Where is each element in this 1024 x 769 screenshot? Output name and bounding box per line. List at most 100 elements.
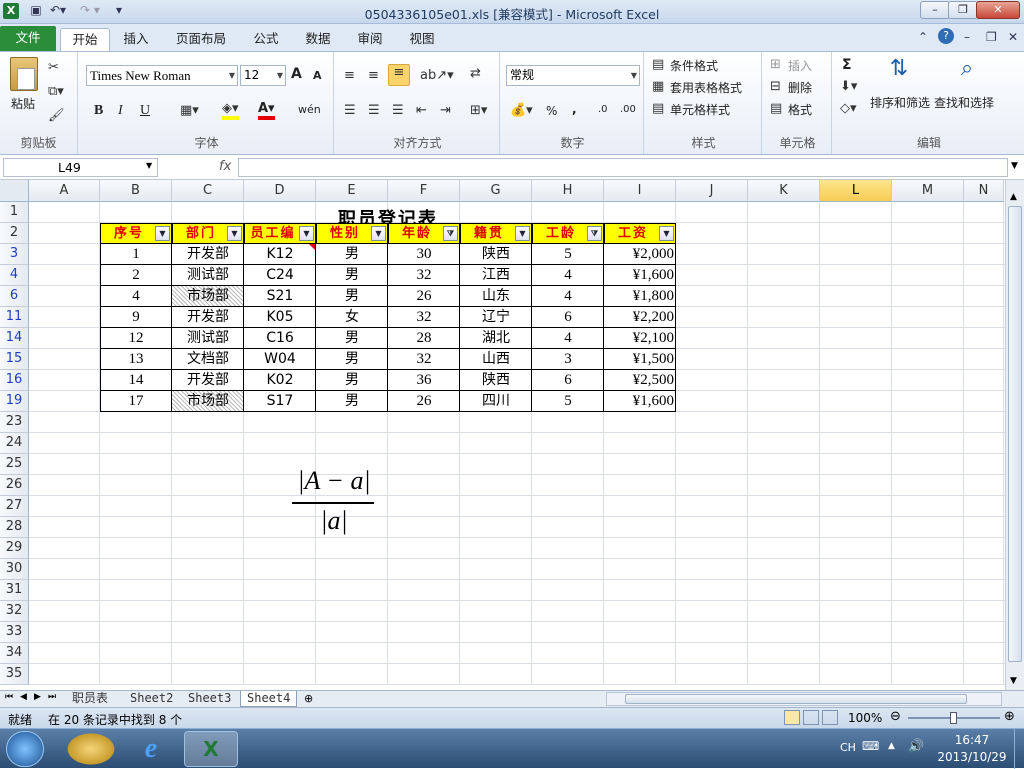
explorer-icon[interactable]	[64, 731, 118, 767]
font-size-select[interactable]: 12 ▼	[240, 65, 286, 86]
row-header[interactable]: 11	[0, 307, 29, 328]
row-header[interactable]: 34	[0, 643, 29, 664]
font-color-icon[interactable]: A▾	[258, 101, 275, 120]
sheet-nav-first-icon[interactable]: ⏮	[5, 692, 13, 702]
table-cell[interactable]: ¥2,000	[604, 244, 676, 265]
table-cell[interactable]: 32	[388, 307, 460, 328]
table-cell[interactable]: 湖北	[460, 328, 532, 349]
merge-center-icon[interactable]: ⊞▾	[470, 103, 487, 118]
filter-dropdown-icon[interactable]: ▼	[515, 226, 530, 241]
conditional-format-button[interactable]: 条件格式	[670, 57, 718, 74]
table-cell[interactable]: W04	[244, 349, 316, 370]
paste-icon[interactable]	[10, 57, 38, 91]
name-box[interactable]: L49	[3, 158, 158, 177]
orientation-icon[interactable]: ab↗▾	[420, 68, 454, 83]
align-top-icon[interactable]: ≡	[344, 68, 355, 83]
sheet-tab-active[interactable]: Sheet4	[240, 691, 298, 707]
table-cell[interactable]: 陕西	[460, 370, 532, 391]
table-cell[interactable]: C16	[244, 328, 316, 349]
sheet-tab[interactable]: Sheet3	[182, 691, 237, 707]
column-header[interactable]: F	[388, 180, 460, 202]
shrink-font-button[interactable]: A	[313, 69, 322, 82]
clock-time[interactable]: 16:47	[942, 733, 1002, 747]
language-indicator[interactable]: CH	[840, 741, 856, 754]
horizontal-scrollbar[interactable]	[606, 692, 1002, 706]
table-cell[interactable]: 3	[532, 349, 604, 370]
underline-button[interactable]: U	[140, 103, 150, 119]
number-format-select[interactable]: 常规 ▼	[506, 65, 640, 86]
table-cell[interactable]: K02	[244, 370, 316, 391]
table-cell[interactable]: ¥1,600	[604, 391, 676, 412]
filter-dropdown-icon[interactable]: ▼	[155, 226, 170, 241]
tab-home[interactable]: 开始	[60, 28, 110, 51]
table-cell[interactable]: S17	[244, 391, 316, 412]
align-left-icon[interactable]: ☰	[344, 103, 356, 118]
table-cell[interactable]: K05	[244, 307, 316, 328]
table-cell[interactable]: 36	[388, 370, 460, 391]
row-header[interactable]: 24	[0, 433, 29, 454]
excel-taskbar-icon[interactable]: X	[184, 731, 238, 767]
row-header[interactable]: 2	[0, 223, 29, 244]
close-button[interactable]: ✕	[976, 1, 1020, 19]
table-cell[interactable]: 6	[532, 370, 604, 391]
find-select-icon[interactable]: ⌕	[952, 56, 982, 81]
align-middle-icon[interactable]: ≡	[368, 68, 379, 83]
table-cell[interactable]: 28	[388, 328, 460, 349]
find-select-button[interactable]: 查找和选择	[934, 94, 994, 111]
table-cell[interactable]: 17	[100, 391, 172, 412]
table-cell[interactable]: 12	[100, 328, 172, 349]
sheet-tab[interactable]: Sheet2	[124, 691, 179, 707]
scroll-up-icon[interactable]: ▲	[1010, 192, 1017, 202]
page-layout-view-icon[interactable]	[803, 710, 819, 725]
row-header[interactable]: 30	[0, 559, 29, 580]
italic-button[interactable]: I	[118, 103, 123, 119]
column-header[interactable]: L	[820, 180, 892, 202]
insert-function-button[interactable]: fx	[219, 159, 231, 174]
minimize-button[interactable]: –	[920, 1, 950, 19]
autosum-button[interactable]: Σ	[842, 57, 852, 73]
zoom-in-icon[interactable]: ⊕	[1004, 709, 1015, 724]
fill-color-icon[interactable]: ◈▾	[222, 101, 239, 120]
font-name-select[interactable]: Times New Roman ▼	[86, 65, 238, 86]
normal-view-icon[interactable]	[784, 710, 800, 725]
select-all-corner[interactable]	[0, 180, 29, 202]
cell-styles-button[interactable]: 单元格样式	[670, 101, 730, 118]
doc-close-icon[interactable]: ✕	[1008, 30, 1018, 48]
format-painter-icon[interactable]: 🖌	[48, 108, 65, 123]
row-header[interactable]: 15	[0, 349, 29, 370]
row-header[interactable]: 27	[0, 496, 29, 517]
increase-indent-icon[interactable]: ⇥	[440, 103, 451, 118]
decrease-decimal-button[interactable]: .00	[620, 104, 636, 115]
row-header[interactable]: 31	[0, 580, 29, 601]
table-cell[interactable]: 辽宁	[460, 307, 532, 328]
row-header[interactable]: 1	[0, 202, 29, 223]
doc-restore-icon[interactable]: ❐	[986, 30, 997, 48]
filter-dropdown-icon[interactable]: ▼	[371, 226, 386, 241]
table-cell[interactable]: 5	[532, 244, 604, 265]
table-cell[interactable]: ¥1,500	[604, 349, 676, 370]
table-cell[interactable]: 4	[532, 328, 604, 349]
tab-file[interactable]: 文件	[0, 26, 56, 51]
table-cell[interactable]: 男	[316, 391, 388, 412]
table-cell[interactable]: 26	[388, 286, 460, 307]
row-header[interactable]: 19	[0, 391, 29, 412]
filter-active-icon[interactable]: ⧩	[587, 226, 602, 241]
row-header[interactable]: 25	[0, 454, 29, 475]
decrease-indent-icon[interactable]: ⇤	[416, 103, 427, 118]
table-cell[interactable]: 开发部	[172, 244, 244, 265]
sheet-nav-last-icon[interactable]: ⏭	[48, 692, 56, 702]
clock-date[interactable]: 2013/10/29	[934, 750, 1010, 764]
table-cell[interactable]: 14	[100, 370, 172, 391]
filter-dropdown-icon[interactable]: ▼	[227, 226, 242, 241]
filter-active-icon[interactable]: ⧩	[443, 226, 458, 241]
increase-decimal-button[interactable]: .0	[598, 104, 608, 115]
column-header[interactable]: D	[244, 180, 316, 202]
delete-cells-button[interactable]: 删除	[788, 79, 812, 96]
table-cell[interactable]: 9	[100, 307, 172, 328]
table-cell[interactable]: ¥2,500	[604, 370, 676, 391]
table-cell[interactable]: 男	[316, 328, 388, 349]
expand-formula-icon[interactable]: ▼	[1011, 161, 1018, 171]
formula-input[interactable]	[238, 158, 1008, 177]
doc-minimize-icon[interactable]: –	[964, 30, 970, 48]
volume-icon[interactable]: 🔊	[908, 739, 924, 754]
